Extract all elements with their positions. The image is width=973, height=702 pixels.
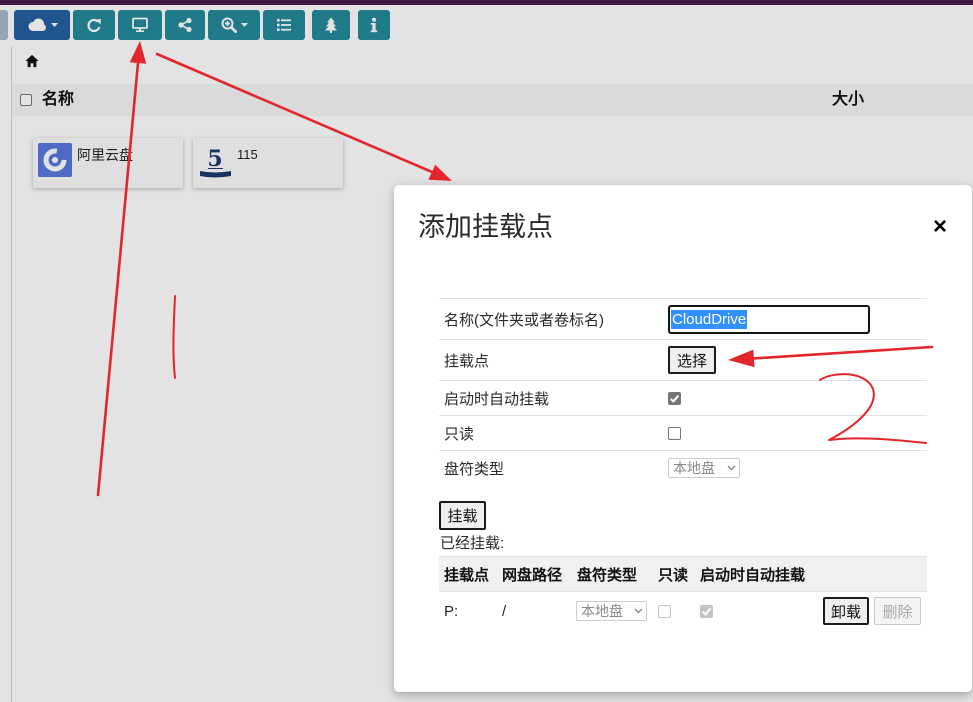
- drive-type-select[interactable]: 本地盘: [668, 458, 740, 478]
- cell-auto-mount: [695, 604, 818, 618]
- mount-name-value: CloudDrive: [671, 309, 748, 329]
- cell-mount-point: P:: [444, 602, 459, 620]
- mount-button[interactable]: 挂载: [439, 501, 486, 530]
- read-only-checkbox[interactable]: [668, 426, 681, 440]
- column-header-mount-point: 挂载点: [444, 566, 490, 584]
- clouddrive-app: 名称 大小 阿里云盘 5 115 添加挂载点 × 名称(文件夹或者卷标名) Cl…: [0, 0, 973, 702]
- unmount-button[interactable]: 卸载: [823, 597, 869, 625]
- dialog-title: 添加挂载点: [418, 212, 553, 242]
- cell-read-only: [653, 604, 695, 618]
- name-label: 名称(文件夹或者卷标名): [444, 311, 604, 329]
- drive-type-value: 本地盘: [673, 460, 715, 476]
- column-header-auto-mount: 启动时自动挂载: [700, 566, 806, 584]
- chevron-down-icon: [634, 608, 643, 614]
- auto-mount-checkbox[interactable]: [668, 391, 681, 405]
- mount-name-input[interactable]: CloudDrive: [668, 304, 870, 334]
- chevron-down-icon: [727, 465, 736, 471]
- mounted-table: 挂载点 网盘路径 盘符类型 只读 启动时自动挂载 P: / 本地盘 卸载 删除: [439, 556, 927, 630]
- mount-form: 名称(文件夹或者卷标名) CloudDrive 挂载点 选择 启动时自动挂载 只…: [439, 298, 927, 485]
- form-row-drive-type: 盘符类型 本地盘: [439, 450, 927, 485]
- row-read-only-checkbox[interactable]: [658, 604, 671, 618]
- row-drive-type-value: 本地盘: [581, 603, 623, 619]
- column-header-drive-type: 盘符类型: [577, 566, 638, 584]
- choose-mount-point-button[interactable]: 选择: [668, 346, 716, 374]
- mount-point-label: 挂载点: [444, 352, 490, 370]
- mount-point-control: 选择: [668, 346, 716, 374]
- auto-mount-control: [668, 391, 681, 405]
- table-row: P: / 本地盘 卸载 删除: [439, 591, 927, 630]
- read-only-control: [668, 426, 681, 440]
- form-row-mount-point: 挂载点 选择: [439, 339, 927, 380]
- add-mount-point-dialog: 添加挂载点 × 名称(文件夹或者卷标名) CloudDrive 挂载点 选择 启…: [394, 185, 972, 692]
- cell-actions: 卸载 删除: [818, 597, 927, 625]
- column-header-read-only: 只读: [658, 566, 689, 584]
- form-row-name: 名称(文件夹或者卷标名) CloudDrive: [439, 298, 927, 339]
- row-drive-type-select[interactable]: 本地盘: [576, 601, 647, 621]
- drive-type-label: 盘符类型: [444, 460, 505, 478]
- row-auto-mount-checkbox[interactable]: [700, 604, 713, 618]
- cell-cloud-path: /: [502, 602, 507, 620]
- form-row-auto-mount: 启动时自动挂载: [439, 380, 927, 415]
- mounted-table-header: 挂载点 网盘路径 盘符类型 只读 启动时自动挂载: [439, 556, 927, 591]
- drive-type-control: 本地盘: [668, 458, 740, 478]
- auto-mount-label: 启动时自动挂载: [444, 390, 550, 408]
- cell-drive-type: 本地盘: [572, 601, 653, 621]
- read-only-label: 只读: [444, 425, 475, 443]
- column-header-cloud-path: 网盘路径: [502, 566, 563, 584]
- mounted-heading: 已经挂载:: [440, 535, 505, 552]
- delete-button[interactable]: 删除: [874, 597, 921, 625]
- name-control: CloudDrive: [668, 304, 870, 334]
- form-row-read-only: 只读: [439, 415, 927, 450]
- close-button[interactable]: ×: [930, 212, 950, 242]
